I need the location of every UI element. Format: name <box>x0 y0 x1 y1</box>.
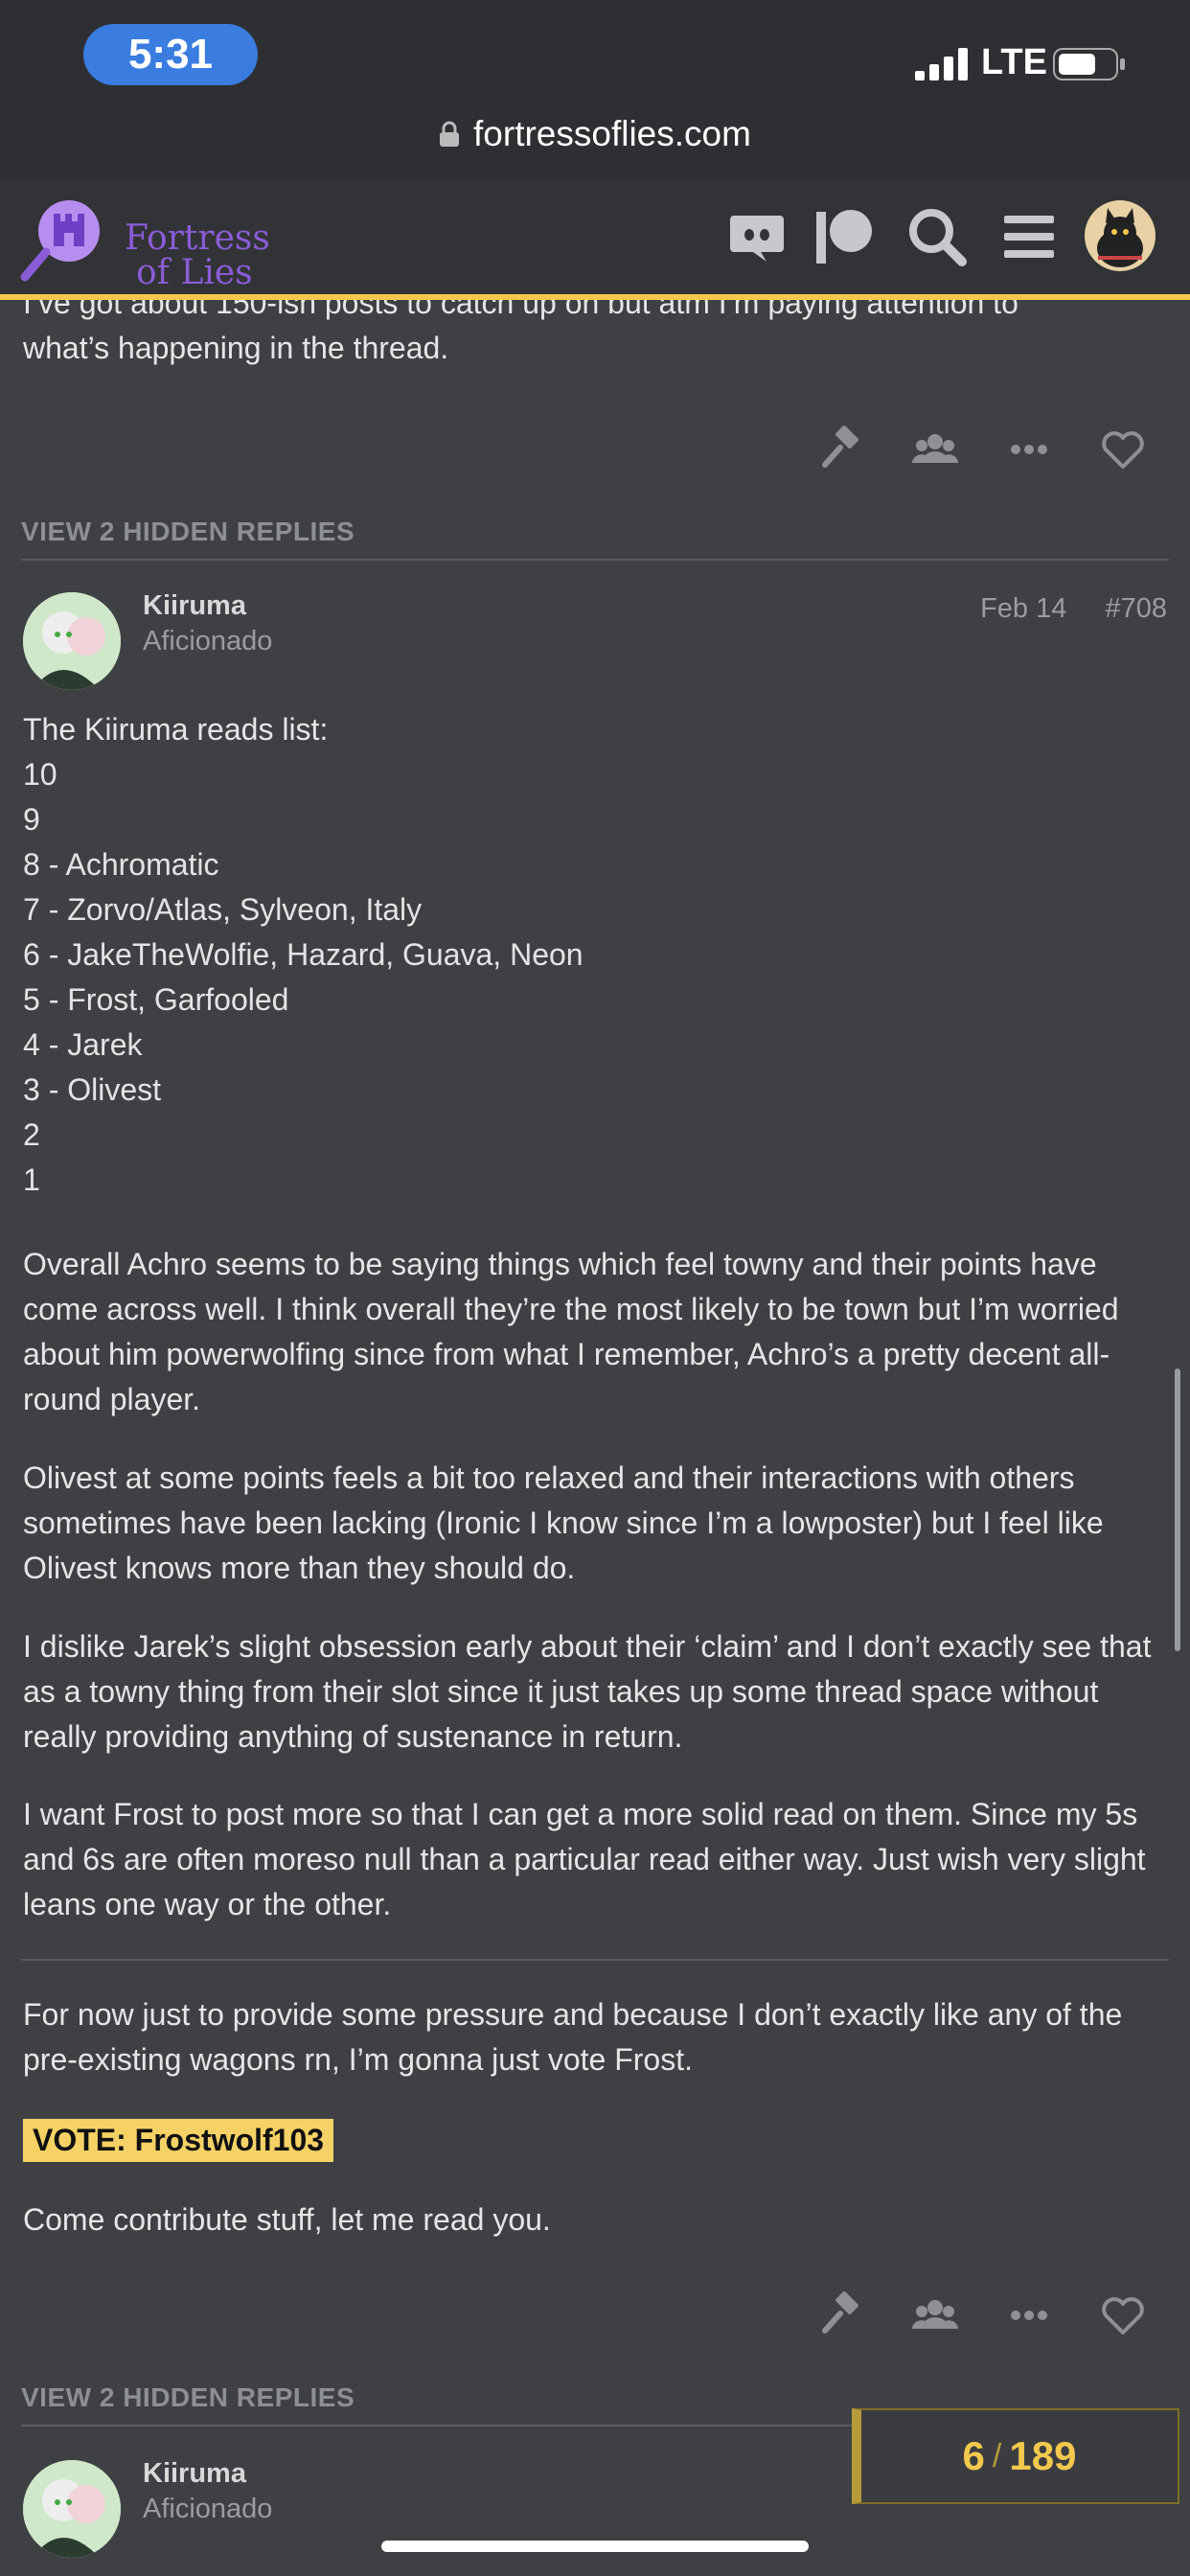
post-paragraph: Overall Achro seems to be saying things … <box>23 1247 1119 1416</box>
post-user-title: Aficionado <box>143 626 273 656</box>
progress-separator: / <box>992 2437 1002 2474</box>
post-author-avatar[interactable] <box>23 592 121 690</box>
anime-avatar-image <box>23 2460 121 2558</box>
divider <box>21 559 1169 561</box>
scrollbar-thumb[interactable] <box>1175 1368 1180 1651</box>
view-hidden-replies-link[interactable]: VIEW 2 HIDDEN REPLIES <box>21 517 355 547</box>
gavel-icon[interactable] <box>817 425 867 474</box>
post-date[interactable]: Feb 14 <box>980 593 1066 624</box>
post-paragraph: Olivest at some points feels a bit too r… <box>23 1460 1104 1585</box>
list-item: 8 - Achromatic <box>23 847 219 882</box>
lock-icon <box>440 121 460 147</box>
previous-post-actions <box>0 425 1190 482</box>
view-hidden-replies-link[interactable]: VIEW 2 HIDDEN REPLIES <box>21 2382 355 2413</box>
post-paragraph: For now just to provide some pressure an… <box>23 1997 1123 2077</box>
cellular-signal-icon <box>915 48 968 80</box>
post-actions <box>0 2290 1190 2348</box>
address-bar[interactable]: fortressoflies.com <box>0 107 1190 161</box>
like-heart-icon[interactable] <box>1098 2290 1148 2340</box>
status-time: 5:31 <box>83 24 258 85</box>
post-paragraph: I dislike Jarek’s slight obsession early… <box>23 1629 1152 1754</box>
post-username[interactable]: Kiiruma <box>143 590 246 622</box>
post-username[interactable]: Kiiruma <box>143 2458 246 2490</box>
logo-line-1: Fortress <box>125 218 270 258</box>
post-user-title: Aficionado <box>143 2494 273 2524</box>
fortress-magnifier-icon <box>20 200 100 282</box>
reads-title: The Kiiruma reads list: <box>23 712 329 747</box>
list-item: 5 - Frost, Garfooled <box>23 982 289 1017</box>
post-paragraph: I want Frost to post more so that I can … <box>23 1797 1146 1921</box>
site-header: Fortress of Lies <box>0 177 1190 300</box>
list-item: 4 - Jarek <box>23 1027 143 1062</box>
topic-stream: I’ve got about 150-ish posts to catch up… <box>0 300 1190 2576</box>
home-indicator[interactable] <box>381 2541 809 2552</box>
discord-icon[interactable] <box>726 206 788 267</box>
url-text: fortressoflies.com <box>473 114 751 153</box>
gavel-icon[interactable] <box>817 2290 867 2340</box>
users-icon[interactable] <box>910 2290 960 2340</box>
more-options-icon[interactable] <box>1004 425 1054 474</box>
progress-total: 189 <box>1009 2433 1077 2478</box>
post-closing: Come contribute stuff, let me read you. <box>23 2202 551 2237</box>
battery-icon <box>1053 48 1125 80</box>
like-heart-icon[interactable] <box>1098 425 1148 474</box>
hamburger-menu-icon[interactable] <box>998 206 1060 267</box>
list-item: 9 <box>23 802 40 837</box>
progress-current: 6 <box>962 2433 985 2478</box>
previous-post-line1: I’ve got about 150-ish posts to catch up… <box>23 300 1018 320</box>
anime-avatar-image <box>23 592 121 690</box>
list-item: 7 - Zorvo/Atlas, Sylveon, Italy <box>23 892 423 927</box>
users-icon[interactable] <box>910 425 960 474</box>
more-options-icon[interactable] <box>1004 2290 1054 2340</box>
browser-status-bar: 5:31 LTE fortressoflies.com <box>0 0 1190 177</box>
post-number[interactable]: #708 <box>1105 593 1167 624</box>
post-author-avatar[interactable] <box>23 2460 121 2558</box>
reads-list: 10 9 8 - Achromatic 7 - Zorvo/Atlas, Syl… <box>23 752 584 1203</box>
black-cat-icon <box>1097 208 1143 267</box>
list-item: 10 <box>23 757 57 792</box>
list-item: 1 <box>23 1162 40 1197</box>
post-divider <box>21 1959 1169 1961</box>
list-item: 2 <box>23 1117 40 1152</box>
list-item: 3 - Olivest <box>23 1072 162 1107</box>
list-item: 6 - JakeTheWolfie, Hazard, Guava, Neon <box>23 937 584 972</box>
search-icon[interactable] <box>906 206 968 267</box>
user-avatar[interactable] <box>1085 200 1156 271</box>
vote-highlight: VOTE: Frostwolf103 <box>23 2119 334 2162</box>
site-logo[interactable]: Fortress of Lies <box>19 196 270 290</box>
previous-post-body: I’ve got about 150-ish posts to catch up… <box>23 300 1173 371</box>
post-meta: Feb 14 #708 <box>980 593 1167 625</box>
logo-line-2: of Lies <box>136 253 253 292</box>
previous-post-line2: what’s happening in the thread. <box>23 331 449 365</box>
patreon-icon[interactable] <box>814 206 876 267</box>
network-type: LTE <box>981 42 1047 82</box>
topic-progress-indicator[interactable]: 6 / 189 <box>852 2408 1179 2504</box>
